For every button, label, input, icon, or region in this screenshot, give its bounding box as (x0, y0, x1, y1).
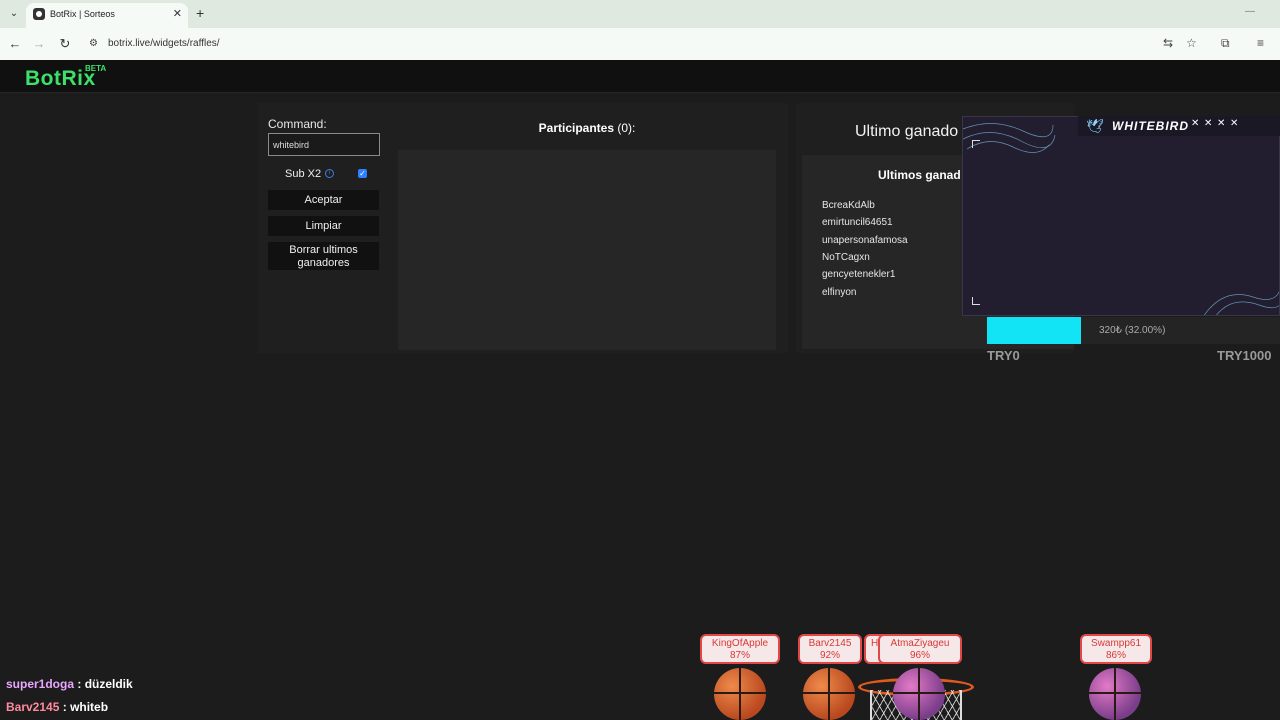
participants-heading: Participantes (0): (398, 121, 776, 135)
participants-label: Participantes (538, 121, 615, 135)
player-percent: 96% (909, 650, 930, 661)
player-percent: 87% (729, 650, 750, 661)
back-icon[interactable]: ← (7, 36, 23, 51)
chat-message: whiteb (70, 700, 109, 714)
extensions-icon[interactable]: ⧉ (1221, 36, 1230, 51)
app-header: BotRix BETA (0, 60, 1280, 93)
tab-title: BotRix | Sorteos (50, 9, 115, 19)
participants-count: (0): (617, 121, 636, 135)
player-name: Swampp61 (1090, 638, 1142, 649)
player-tag: KingOfApple 87% (700, 634, 780, 664)
last-winner-title: Ultimo ganado (855, 123, 959, 140)
chat-username: Barv2145 (6, 700, 60, 714)
clear-button[interactable]: Limpiar (268, 216, 379, 236)
topography-pattern (963, 123, 1279, 315)
bookmark-star-icon[interactable]: ☆ (1186, 36, 1197, 50)
site-info-icon[interactable]: ⚙ (89, 38, 98, 49)
winner-item: NoTCagxn (822, 252, 870, 263)
command-label: Command: (268, 117, 327, 131)
sub-x2-label: Sub X2 (285, 168, 322, 180)
menu-icon[interactable]: ≡ (1257, 36, 1264, 50)
browser-tab[interactable]: BotRix | Sorteos ✕ (26, 3, 188, 28)
address-bar: ← → ↻ ⚙ botrix.live/widgets/raffles/ ⇆ ☆… (0, 28, 1280, 60)
chat-separator: : (59, 700, 71, 714)
corner-mark-icon (972, 297, 980, 305)
winner-item: emirtuncil64651 (822, 217, 893, 228)
basketball-icon (714, 668, 766, 720)
goal-min-label: TRY0 (987, 348, 1020, 363)
x-icon: ✕ (1217, 118, 1226, 129)
participants-list (398, 150, 776, 350)
erase-winners-button[interactable]: Borrar ultimos ganadores (268, 242, 379, 270)
winner-item: BcreaKdAlb (822, 200, 875, 211)
chat-message: düzeldik (84, 677, 133, 691)
donation-progress-fill (987, 317, 1081, 344)
x-icon: ✕ (1230, 118, 1239, 129)
browser-tab-bar: ⌄ BotRix | Sorteos ✕ + — (0, 0, 1280, 28)
player-tag: Barv2145 92% (798, 634, 862, 664)
stream-overlay-frame (962, 116, 1280, 316)
accept-button[interactable]: Aceptar (268, 190, 379, 210)
player-tag: AtmaZiyageu 96% (878, 634, 962, 664)
favicon-icon (33, 8, 45, 20)
translate-icon[interactable]: ⇆ (1163, 36, 1173, 50)
command-input[interactable] (268, 133, 380, 156)
player-percent: 92% (819, 650, 840, 661)
player-percent: 86% (1105, 650, 1126, 661)
forward-icon[interactable]: → (31, 36, 47, 51)
info-icon[interactable]: i (325, 169, 334, 178)
minimize-icon[interactable]: — (1245, 6, 1255, 17)
player-name: KingOfApple (711, 638, 769, 649)
player-tag: Swampp61 86% (1080, 634, 1152, 664)
x-icon: ✕ (1191, 118, 1200, 129)
overlay-brand: WHITEBIRD (1112, 119, 1189, 133)
player-name: Barv2145 (808, 638, 852, 649)
new-tab-icon[interactable]: + (196, 5, 204, 21)
player-name: AtmaZiyageu (890, 638, 950, 649)
chat-separator: : (74, 677, 85, 691)
url-field[interactable]: botrix.live/widgets/raffles/ (108, 38, 220, 49)
last-winners-title: Ultimos ganad (878, 168, 961, 182)
basketball-icon (803, 668, 855, 720)
beta-badge: BETA (85, 64, 107, 73)
goal-max-label: TRY1000 (1217, 348, 1272, 363)
winner-item: gencyetenekler1 (822, 269, 896, 280)
sub-x2-checkbox[interactable]: ✓ (358, 169, 367, 178)
chat-line: Barv2145 : whiteb (6, 700, 108, 714)
tab-close-icon[interactable]: ✕ (173, 7, 182, 20)
corner-mark-icon (972, 140, 980, 148)
reload-icon[interactable]: ↻ (57, 36, 73, 52)
winner-item: elfinyon (822, 287, 857, 298)
basketball-icon (893, 668, 945, 720)
donation-progress-text: 320₺ (32.00%) (1099, 325, 1166, 336)
chat-username: super1doga (6, 677, 75, 691)
tab-search-icon[interactable]: ⌄ (6, 6, 22, 22)
x-icon: ✕ (1204, 118, 1213, 129)
basketball-icon (1089, 668, 1141, 720)
chat-line: super1doga : düzeldik (6, 677, 133, 691)
winner-item: unapersonafamosa (822, 235, 908, 246)
bird-icon: 🕊 (1086, 118, 1104, 134)
